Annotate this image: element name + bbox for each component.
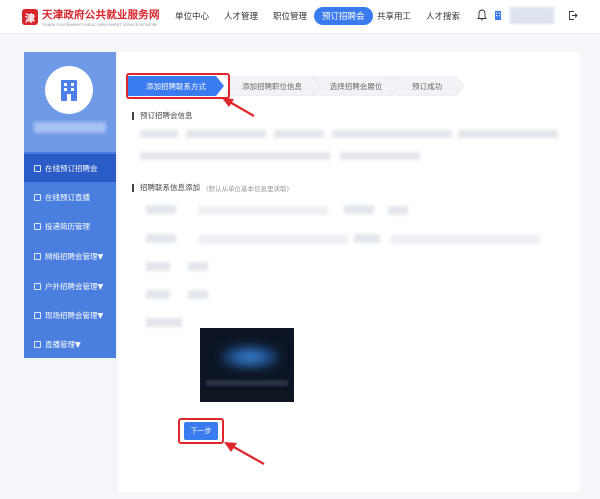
blurred-field [140, 130, 178, 138]
sidebar-item-label: 直播管理▼ [45, 339, 81, 349]
user-name-blurred[interactable] [510, 7, 554, 24]
building-icon [61, 80, 77, 101]
blurred-label [146, 234, 176, 243]
sidebar-item-onsite-fair-management[interactable]: 现场招聘会管理▼ [24, 301, 116, 329]
bell-icon[interactable] [477, 9, 487, 21]
logout-icon[interactable] [568, 10, 578, 21]
nav-book-job-fair[interactable]: 预订招聘会 [314, 7, 373, 25]
blurred-label [354, 234, 380, 243]
nav-unit-center[interactable]: 单位中心 [175, 10, 209, 22]
step-choose-booth: 选择招聘会展位 [312, 76, 400, 96]
sidebar-item-resume-management[interactable]: 投递简历管理 [24, 212, 116, 240]
blurred-label [146, 262, 170, 271]
sidebar-item-label: 网络招聘会管理▼ [45, 251, 104, 261]
sidebar-item-label: 在线预订招聘会 [45, 163, 98, 173]
site-logo[interactable]: 津 天津政府公共就业服务网 TIANJIN GOVERNMENT PUBLIC … [22, 7, 160, 27]
pointer-arrow-icon [222, 98, 255, 117]
section-note: (默认从单位基本信息里读取) [206, 184, 290, 193]
highlight-box-step [126, 73, 230, 99]
blurred-field [140, 152, 330, 160]
top-navigation-bar: 津 天津政府公共就业服务网 TIANJIN GOVERNMENT PUBLIC … [0, 0, 600, 34]
section-title-contact-info: 招聘联系信息添加 (默认从单位基本信息里读取) [132, 182, 289, 193]
blurred-input[interactable] [188, 290, 208, 299]
briefcase-icon [34, 282, 41, 290]
blurred-input[interactable] [390, 235, 540, 244]
blurred-label [146, 318, 182, 327]
company-name-blurred [34, 122, 106, 133]
company-icon[interactable] [493, 9, 503, 21]
step-label: 选择招聘会展位 [329, 81, 383, 91]
blurred-label [146, 290, 170, 299]
sidebar: 在线预订招聘会 在线预订直播 投递简历管理 网络招聘会管理▼ 户外招聘会管理▼ … [24, 52, 116, 358]
step-label: 添加招聘职位信息 [242, 81, 302, 91]
blurred-field [274, 130, 324, 138]
pointer-arrow-icon [224, 442, 265, 465]
blurred-input[interactable] [198, 235, 348, 244]
sidebar-item-livestream-management[interactable]: 直播管理▼ [24, 330, 116, 358]
highlight-box-next-button [178, 418, 224, 444]
sidebar-item-online-fair-management[interactable]: 网络招聘会管理▼ [24, 242, 116, 270]
calendar-icon [34, 164, 41, 172]
blurred-input[interactable] [188, 262, 208, 271]
logo-emblem-icon: 津 [22, 9, 38, 25]
qr-code-image [200, 328, 294, 402]
sidebar-item-outdoor-fair-management[interactable]: 户外招聘会管理▼ [24, 272, 116, 300]
nav-shared-employment[interactable]: 共享用工 [377, 10, 411, 22]
sidebar-item-label: 户外招聘会管理▼ [45, 281, 104, 291]
company-avatar [45, 66, 93, 114]
logo-title: 天津政府公共就业服务网 [42, 9, 160, 21]
nav-talent-search[interactable]: 人才搜索 [426, 10, 460, 22]
document-icon [34, 340, 41, 348]
blurred-label [146, 205, 176, 214]
briefcase-icon [34, 222, 41, 230]
blurred-field [458, 130, 558, 138]
blurred-label [344, 205, 374, 214]
sidebar-profile [24, 52, 116, 152]
sidebar-item-book-livestream[interactable]: 在线预订直播 [24, 183, 116, 211]
logo-subtitle: TIANJIN GOVERNMENT PUBLIC EMPLOYMENT SER… [42, 23, 158, 27]
sidebar-item-label: 在线预订直播 [45, 192, 90, 202]
blurred-input[interactable] [198, 206, 328, 215]
blurred-field [340, 152, 420, 160]
blurred-field [186, 130, 266, 138]
step-add-position: 添加招聘职位信息 [224, 76, 320, 96]
blurred-input[interactable] [388, 206, 408, 215]
main-panel: 添加招聘联系方式 添加招聘职位信息 选择招聘会展位 预订成功 预订招聘会信息 招… [118, 52, 580, 492]
briefcase-icon [34, 252, 41, 260]
sidebar-item-label: 现场招聘会管理▼ [45, 310, 104, 320]
step-label: 预订成功 [412, 81, 442, 91]
step-success: 预订成功 [390, 76, 464, 96]
section-title-reserve-info: 预订招聘会信息 [132, 110, 193, 121]
sidebar-item-book-job-fair[interactable]: 在线预订招聘会 [24, 154, 116, 182]
calendar-icon [34, 193, 41, 201]
nav-position-management[interactable]: 职位管理 [273, 10, 307, 22]
blurred-field [332, 130, 452, 138]
sidebar-item-label: 投递简历管理 [45, 221, 90, 231]
nav-talent-management[interactable]: 人才管理 [224, 10, 258, 22]
document-icon [34, 311, 41, 319]
